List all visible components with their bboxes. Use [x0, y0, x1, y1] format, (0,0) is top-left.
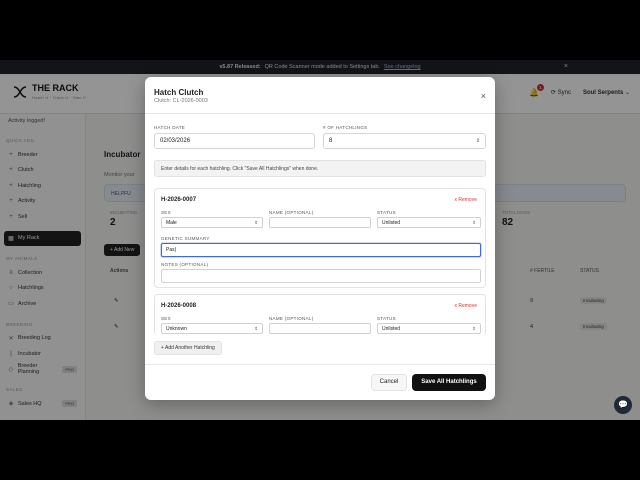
- chevron-updown-icon: ⇕: [472, 219, 476, 225]
- hatch-date-label: HATCH DATE: [154, 125, 186, 130]
- name-input[interactable]: [269, 217, 371, 228]
- genetic-label: GENETIC SUMMARY: [161, 236, 210, 241]
- hatchling-card: H-2026-0007 x Remove SEX Male ⇕ NAME (OPT…: [154, 188, 486, 288]
- num-hatchlings-value: 8: [329, 138, 333, 144]
- info-note: Enter details for each hatchling. Click …: [154, 160, 486, 177]
- notes-input[interactable]: [161, 269, 481, 283]
- chevron-updown-icon: ⇕: [254, 219, 258, 225]
- dialog-subtitle: Clutch: CL-2026-0003: [154, 98, 208, 104]
- status-value: Unlisted: [382, 219, 401, 226]
- cancel-button[interactable]: Cancel: [371, 374, 407, 391]
- status-label: STATUS: [377, 210, 396, 215]
- hatchling-id: H-2026-0007: [161, 197, 197, 203]
- add-another-hatchling-button[interactable]: + Add Another Hatchling: [154, 341, 222, 355]
- hatchling-card: H-2026-0008 x Remove SEX Unknown ⇕ NAME (…: [154, 294, 486, 336]
- dialog-title: Hatch Clutch: [154, 88, 204, 97]
- screen: v5.87 Released: QR Code Scanner mode add…: [0, 0, 640, 480]
- divider: [145, 113, 495, 114]
- hatchling-id: H-2026-0008: [161, 303, 197, 309]
- sex-select[interactable]: Male ⇕: [161, 217, 263, 228]
- stepper-icon[interactable]: ⇕: [476, 138, 480, 144]
- divider: [145, 364, 495, 365]
- sex-label: SEX: [161, 316, 171, 321]
- remove-button[interactable]: x Remove: [454, 197, 477, 203]
- remove-button[interactable]: x Remove: [454, 303, 477, 309]
- chevron-updown-icon: ⇕: [472, 325, 476, 331]
- info-text: Enter details for each hatchling. Click …: [161, 165, 319, 172]
- hatch-date-value: 02/03/2026: [160, 138, 191, 144]
- hatch-clutch-dialog: Hatch Clutch Clutch: CL-2026-0003 × HATC…: [145, 77, 495, 400]
- status-value: Unlisted: [382, 325, 401, 332]
- sex-value: Male: [166, 219, 177, 226]
- close-icon[interactable]: ×: [481, 91, 486, 101]
- sex-select[interactable]: Unknown ⇕: [161, 323, 263, 334]
- status-select[interactable]: Unlisted ⇕: [377, 323, 481, 334]
- num-hatchlings-input[interactable]: 8 ⇕: [323, 133, 486, 149]
- name-label: NAME (OPTIONAL): [269, 210, 314, 215]
- hatch-date-input[interactable]: 02/03/2026: [154, 133, 315, 149]
- notes-label: NOTES (OPTIONAL): [161, 262, 209, 267]
- genetic-summary-input[interactable]: Pas |: [161, 243, 481, 257]
- sex-value: Unknown: [166, 325, 187, 332]
- sex-label: SEX: [161, 210, 171, 215]
- name-input[interactable]: [269, 323, 371, 334]
- name-label: NAME (OPTIONAL): [269, 316, 314, 321]
- status-select[interactable]: Unlisted ⇕: [377, 217, 481, 228]
- genetic-value: Pas: [166, 247, 175, 253]
- chevron-updown-icon: ⇕: [254, 325, 258, 331]
- save-all-hatchlings-button[interactable]: Save All Hatchlings: [412, 374, 486, 391]
- text-cursor: |: [174, 247, 176, 253]
- chat-icon[interactable]: 💬: [614, 396, 632, 414]
- status-label: STATUS: [377, 316, 396, 321]
- num-hatchlings-label: # OF HATCHLINGS: [323, 125, 368, 130]
